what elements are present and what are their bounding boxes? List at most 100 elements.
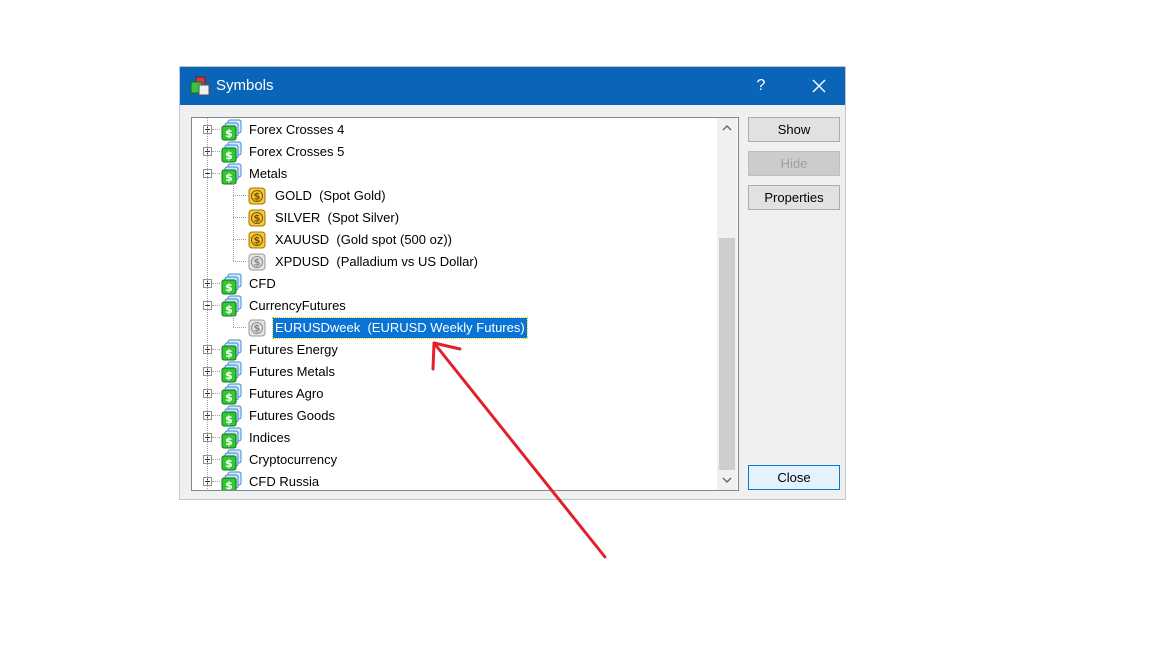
svg-text:$: $: [254, 236, 261, 247]
tree-item-label[interactable]: Cryptocurrency: [247, 450, 339, 470]
tree-connector-line: [212, 283, 220, 284]
tree-connector-line: [233, 183, 234, 261]
svg-text:$: $: [254, 324, 261, 335]
folder-dollar-icon: $: [221, 119, 242, 141]
close-button[interactable]: Close: [748, 465, 840, 490]
close-window-button[interactable]: [794, 67, 844, 105]
tree-item-label[interactable]: CFD Russia: [247, 472, 321, 490]
svg-text:$: $: [225, 303, 233, 316]
tree-folder-row[interactable]: $ Cryptocurrency: [192, 449, 717, 471]
folder-dollar-icon: $: [221, 427, 242, 449]
tree-item-label[interactable]: Futures Goods: [247, 406, 337, 426]
gray-dollar-icon: $: [248, 319, 266, 337]
svg-text:$: $: [254, 192, 261, 203]
chevron-down-icon: [722, 477, 732, 483]
tree-symbol-row[interactable]: $ GOLD (Spot Gold): [192, 185, 717, 207]
tree-item-label[interactable]: XPDUSD (Palladium vs US Dollar): [273, 252, 480, 272]
folder-dollar-icon: $: [221, 163, 242, 185]
svg-text:$: $: [225, 347, 233, 360]
folder-dollar-icon: $: [221, 141, 242, 163]
tree-item-label[interactable]: Forex Crosses 4: [247, 120, 346, 140]
tree-symbol-row[interactable]: $ XAUUSD (Gold spot (500 oz)): [192, 229, 717, 251]
properties-button[interactable]: Properties: [748, 185, 840, 210]
tree-connector-line: [212, 481, 220, 482]
folder-dollar-icon: $: [221, 295, 242, 317]
svg-text:$: $: [225, 171, 233, 184]
gray-dollar-icon: $: [248, 253, 266, 271]
title-bar[interactable]: Symbols ?: [180, 67, 845, 105]
window-title: Symbols: [216, 77, 274, 94]
tree-connector-line: [212, 129, 220, 130]
show-button[interactable]: Show: [748, 117, 840, 142]
tree-connector-line: [212, 305, 220, 306]
tree-connector-line: [233, 239, 246, 240]
svg-text:$: $: [254, 258, 261, 269]
tree-item-label[interactable]: Forex Crosses 5: [247, 142, 346, 162]
tree-folder-row[interactable]: $ Futures Metals: [192, 361, 717, 383]
svg-text:$: $: [225, 435, 233, 448]
hide-button[interactable]: Hide: [748, 151, 840, 176]
gold-dollar-icon: $: [248, 231, 266, 249]
tree-item-label[interactable]: Indices: [247, 428, 292, 448]
tree-folder-row[interactable]: $ Indices: [192, 427, 717, 449]
tree-folder-row[interactable]: $ Futures Agro: [192, 383, 717, 405]
folder-dollar-icon: $: [221, 339, 242, 361]
svg-text:$: $: [254, 214, 261, 225]
close-icon: [812, 79, 826, 93]
svg-text:$: $: [225, 391, 233, 404]
chevron-up-icon: [722, 125, 732, 131]
selected-symbol-label[interactable]: EURUSDweek (EURUSD Weekly Futures): [272, 317, 528, 339]
tree-connector-line: [212, 173, 220, 174]
gold-dollar-icon: $: [248, 187, 266, 205]
tree-item-label[interactable]: Futures Agro: [247, 384, 325, 404]
tree-folder-row[interactable]: $ CFD: [192, 273, 717, 295]
folder-dollar-icon: $: [221, 449, 242, 471]
scroll-thumb[interactable]: [719, 238, 735, 470]
folder-dollar-icon: $: [221, 273, 242, 295]
svg-text:$: $: [225, 457, 233, 470]
tree-item-label[interactable]: Futures Metals: [247, 362, 337, 382]
tree-item-label[interactable]: Futures Energy: [247, 340, 340, 360]
tree-connector-line: [233, 195, 246, 196]
tree-folder-row[interactable]: $ Forex Crosses 5: [192, 141, 717, 163]
scroll-up-button[interactable]: [717, 118, 737, 138]
gold-dollar-icon: $: [248, 209, 266, 227]
tree-folder-row[interactable]: $ Metals: [192, 163, 717, 185]
tree-folder-row[interactable]: $ Forex Crosses 4: [192, 119, 717, 141]
tree-folder-row[interactable]: $ Futures Energy: [192, 339, 717, 361]
tree-connector-line: [212, 415, 220, 416]
scroll-down-button[interactable]: [717, 470, 737, 490]
tree-connector-line: [233, 315, 234, 327]
tree-connector-line: [212, 151, 220, 152]
tree-folder-row[interactable]: $ Futures Goods: [192, 405, 717, 427]
tree-item-label[interactable]: XAUUSD (Gold spot (500 oz)): [273, 230, 454, 250]
folder-dollar-icon: $: [221, 405, 242, 427]
help-button[interactable]: ?: [740, 67, 782, 105]
tree-item-label[interactable]: CurrencyFutures: [247, 296, 348, 316]
tree-folder-row[interactable]: $ CFD Russia: [192, 471, 717, 491]
svg-text:$: $: [225, 281, 233, 294]
svg-text:$: $: [225, 413, 233, 426]
symbols-dialog: Symbols ? $ Forex Crosses 4 $ Forex Crosses…: [179, 66, 846, 500]
tree-item-label[interactable]: GOLD (Spot Gold): [273, 186, 388, 206]
svg-text:$: $: [225, 369, 233, 382]
tree-connector-line: [212, 349, 220, 350]
tree-connector-line: [212, 459, 220, 460]
symbols-tree[interactable]: $ Forex Crosses 4 $ Forex Crosses 5 $ Metals $…: [191, 117, 739, 491]
tree-symbol-row[interactable]: $ XPDUSD (Palladium vs US Dollar): [192, 251, 717, 273]
tree-folder-row[interactable]: $ CurrencyFutures: [192, 295, 717, 317]
symbols-app-icon: [190, 76, 210, 96]
vertical-scrollbar[interactable]: [717, 118, 737, 490]
tree-symbol-row[interactable]: $ EURUSDweek (EURUSD Weekly Futures): [192, 317, 717, 339]
tree-connector-line: [233, 217, 246, 218]
folder-dollar-icon: $: [221, 383, 242, 405]
tree-item-label[interactable]: CFD: [247, 274, 278, 294]
svg-text:$: $: [225, 149, 233, 162]
tree-item-label[interactable]: Metals: [247, 164, 289, 184]
tree-item-label[interactable]: SILVER (Spot Silver): [273, 208, 401, 228]
tree-connector-line: [212, 393, 220, 394]
tree-connector-line: [233, 327, 246, 328]
tree-connector-line: [233, 261, 246, 262]
tree-symbol-row[interactable]: $ SILVER (Spot Silver): [192, 207, 717, 229]
svg-text:$: $: [225, 479, 233, 491]
